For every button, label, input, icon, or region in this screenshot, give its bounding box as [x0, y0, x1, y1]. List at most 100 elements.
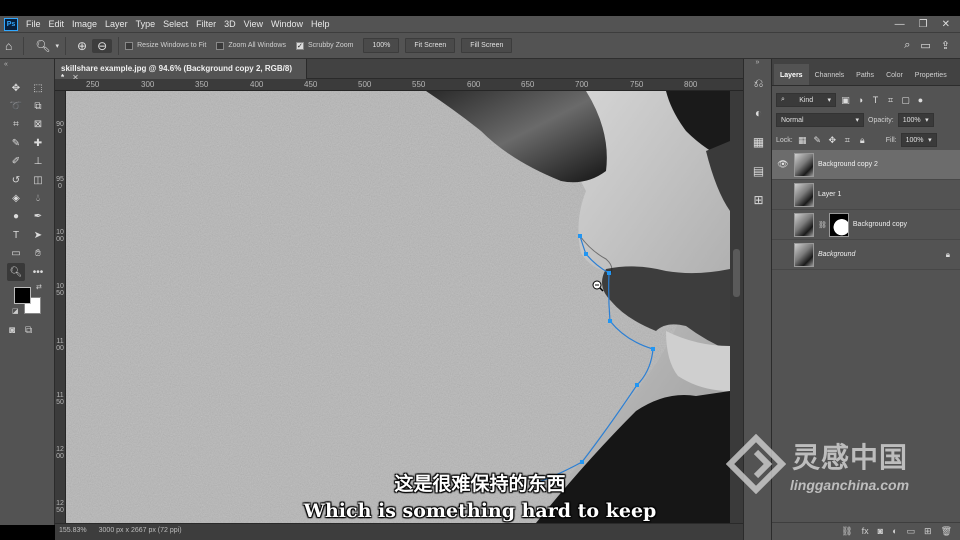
menu-file[interactable]: File	[22, 19, 45, 29]
dodge-tool-icon[interactable]: ●	[7, 208, 25, 226]
hand-tool-icon[interactable]: ✋︎	[29, 245, 47, 263]
filter-type-icon[interactable]: T	[870, 95, 881, 105]
visibility-eye-icon[interactable]: 👁︎	[772, 159, 794, 170]
rectangle-tool-icon[interactable]: ▭	[7, 245, 25, 263]
fit-screen-button[interactable]: Fit Screen	[405, 38, 456, 53]
resize-windows-checkbox[interactable]: Resize Windows to Fit	[125, 41, 206, 50]
checkbox-checked[interactable]: ✓	[295, 41, 304, 50]
path-anchor-point[interactable]	[578, 234, 582, 238]
link-mask-icon[interactable]: ⛓︎	[818, 221, 827, 229]
menu-type[interactable]: Type	[132, 19, 160, 29]
layer-row-background-copy[interactable]: ⛓︎ Background copy	[772, 210, 960, 240]
new-group-icon[interactable]: ▭	[907, 526, 916, 540]
layer-mask-thumbnail[interactable]	[828, 212, 849, 237]
menu-filter[interactable]: Filter	[192, 19, 220, 29]
scrollbar-thumb[interactable]	[733, 249, 740, 297]
document-canvas[interactable]	[66, 91, 730, 523]
paint-bucket-tool-icon[interactable]: ◈	[7, 189, 25, 207]
default-colors-icon[interactable]: ◪	[12, 307, 19, 315]
lasso-tool-icon[interactable]: ➰	[7, 97, 25, 115]
layer-style-fx-icon[interactable]: fx	[862, 526, 869, 540]
lock-artboard-icon[interactable]: ⌗	[842, 135, 853, 146]
opacity-field[interactable]: 100% ▾	[897, 113, 934, 127]
chevron-down-icon[interactable]: ▾	[55, 42, 59, 50]
menu-image[interactable]: Image	[68, 19, 101, 29]
swap-colors-icon[interactable]: ⇄	[36, 283, 42, 291]
horizontal-ruler[interactable]: 250 300 350 400 450 500 550 600 650 700 …	[55, 79, 743, 91]
clone-stamp-tool-icon[interactable]: ⊥	[29, 153, 47, 171]
blend-mode-select[interactable]: Normal ▾	[776, 113, 864, 127]
tab-channels[interactable]: Channels	[809, 72, 851, 85]
menu-layer[interactable]: Layer	[101, 19, 132, 29]
menu-select[interactable]: Select	[159, 19, 192, 29]
document-tab[interactable]: skillshare example.jpg @ 94.6% (Backgrou…	[55, 59, 307, 82]
link-layers-icon[interactable]: ⛓︎	[841, 526, 852, 540]
patterns-icon[interactable]: ⊞	[744, 185, 773, 214]
path-selection-tool-icon[interactable]: ➤	[29, 226, 47, 244]
filter-toggle-icon[interactable]: ●	[915, 95, 926, 105]
adjustments-icon[interactable]: ◐	[744, 98, 773, 127]
path-anchor-point[interactable]	[651, 347, 655, 351]
lock-transparency-icon[interactable]: ▦	[797, 135, 808, 146]
layer-row-background-copy-2[interactable]: 👁︎ Background copy 2	[772, 150, 960, 180]
tab-layers[interactable]: Layers	[774, 64, 809, 85]
zoom-100-button[interactable]: 100%	[363, 38, 400, 53]
eyedropper-tool-icon[interactable]: ✎	[7, 134, 25, 152]
scrubby-zoom-checkbox[interactable]: ✓ Scrubby Zoom	[295, 41, 353, 50]
history-icon[interactable]: ⎌	[744, 69, 773, 98]
collapse-icon[interactable]: «	[4, 61, 8, 68]
zoom-tool-preset-icon[interactable]: 🔍︎	[30, 39, 55, 53]
add-mask-icon[interactable]: ◙	[878, 526, 883, 540]
zoom-in-icon[interactable]: ⊕	[72, 39, 92, 53]
layer-name[interactable]: Background copy	[853, 221, 907, 228]
filter-pixel-icon[interactable]: ▣	[840, 95, 851, 106]
object-select-tool-icon[interactable]: ⧉	[29, 97, 47, 115]
history-brush-tool-icon[interactable]: ↺	[7, 171, 25, 189]
libraries-icon[interactable]: ▤	[744, 156, 773, 185]
crop-tool-icon[interactable]: ⌗	[7, 116, 25, 134]
swatches-icon[interactable]: ▦	[744, 127, 773, 156]
brush-tool-icon[interactable]: ✐	[7, 153, 25, 171]
vertical-ruler[interactable]: 900 950 1000 1050 1100 1150 1200 1250	[55, 91, 66, 523]
screen-mode-icon[interactable]: ⧉	[25, 325, 32, 336]
frame-tool-icon[interactable]: ⊠	[29, 116, 47, 134]
expand-icon[interactable]: »	[744, 59, 771, 69]
path-anchor-point[interactable]	[635, 383, 639, 387]
lock-all-icon[interactable]: 🔒︎	[857, 135, 868, 146]
blur-tool-icon[interactable]: 💧︎	[29, 189, 47, 207]
menu-edit[interactable]: Edit	[45, 19, 69, 29]
layer-name[interactable]: Layer 1	[818, 191, 841, 198]
layer-row-layer-1[interactable]: Layer 1	[772, 180, 960, 210]
layer-name[interactable]: Background	[818, 251, 855, 258]
path-anchor-point[interactable]	[580, 460, 584, 464]
restore-icon[interactable]: ❐	[919, 19, 928, 30]
close-icon[interactable]: ✕	[942, 19, 950, 30]
lock-pixels-icon[interactable]: ✎	[812, 135, 823, 146]
filter-shape-icon[interactable]: ⌗	[885, 95, 896, 106]
path-anchor-point[interactable]	[607, 271, 611, 275]
layer-name[interactable]: Background copy 2	[818, 161, 878, 168]
filter-kind-select[interactable]: ⌕ Kind ▾	[776, 93, 836, 107]
workspace-icon[interactable]: ▭	[920, 39, 930, 52]
share-icon[interactable]: ⇪	[941, 39, 950, 52]
tab-paths[interactable]: Paths	[850, 72, 880, 85]
marquee-tool-icon[interactable]: ⬚	[29, 79, 47, 97]
menu-view[interactable]: View	[240, 19, 267, 29]
more-tools-icon[interactable]: •••	[29, 263, 47, 281]
new-layer-icon[interactable]: ⊞	[924, 526, 932, 540]
home-icon[interactable]: ⌂	[0, 39, 17, 53]
menu-3d[interactable]: 3D	[220, 19, 240, 29]
pen-tool-icon[interactable]: ✒	[29, 208, 47, 226]
checkbox-box[interactable]	[125, 41, 134, 50]
status-document-size[interactable]: 3000 px x 2667 px (72 ppi)	[99, 527, 182, 537]
fill-field[interactable]: 100% ▾	[900, 133, 937, 147]
status-zoom[interactable]: 155.83%	[59, 527, 87, 537]
search-icon[interactable]: ⌕	[904, 39, 910, 52]
zoom-out-icon[interactable]: ⊖	[92, 38, 113, 53]
eraser-tool-icon[interactable]: ◫	[29, 171, 47, 189]
filter-adjustment-icon[interactable]: ◑	[855, 95, 866, 105]
tab-color[interactable]: Color	[880, 72, 909, 85]
menu-help[interactable]: Help	[307, 19, 334, 29]
minimize-icon[interactable]: —	[895, 19, 905, 30]
move-tool-icon[interactable]: ✥	[7, 79, 25, 97]
